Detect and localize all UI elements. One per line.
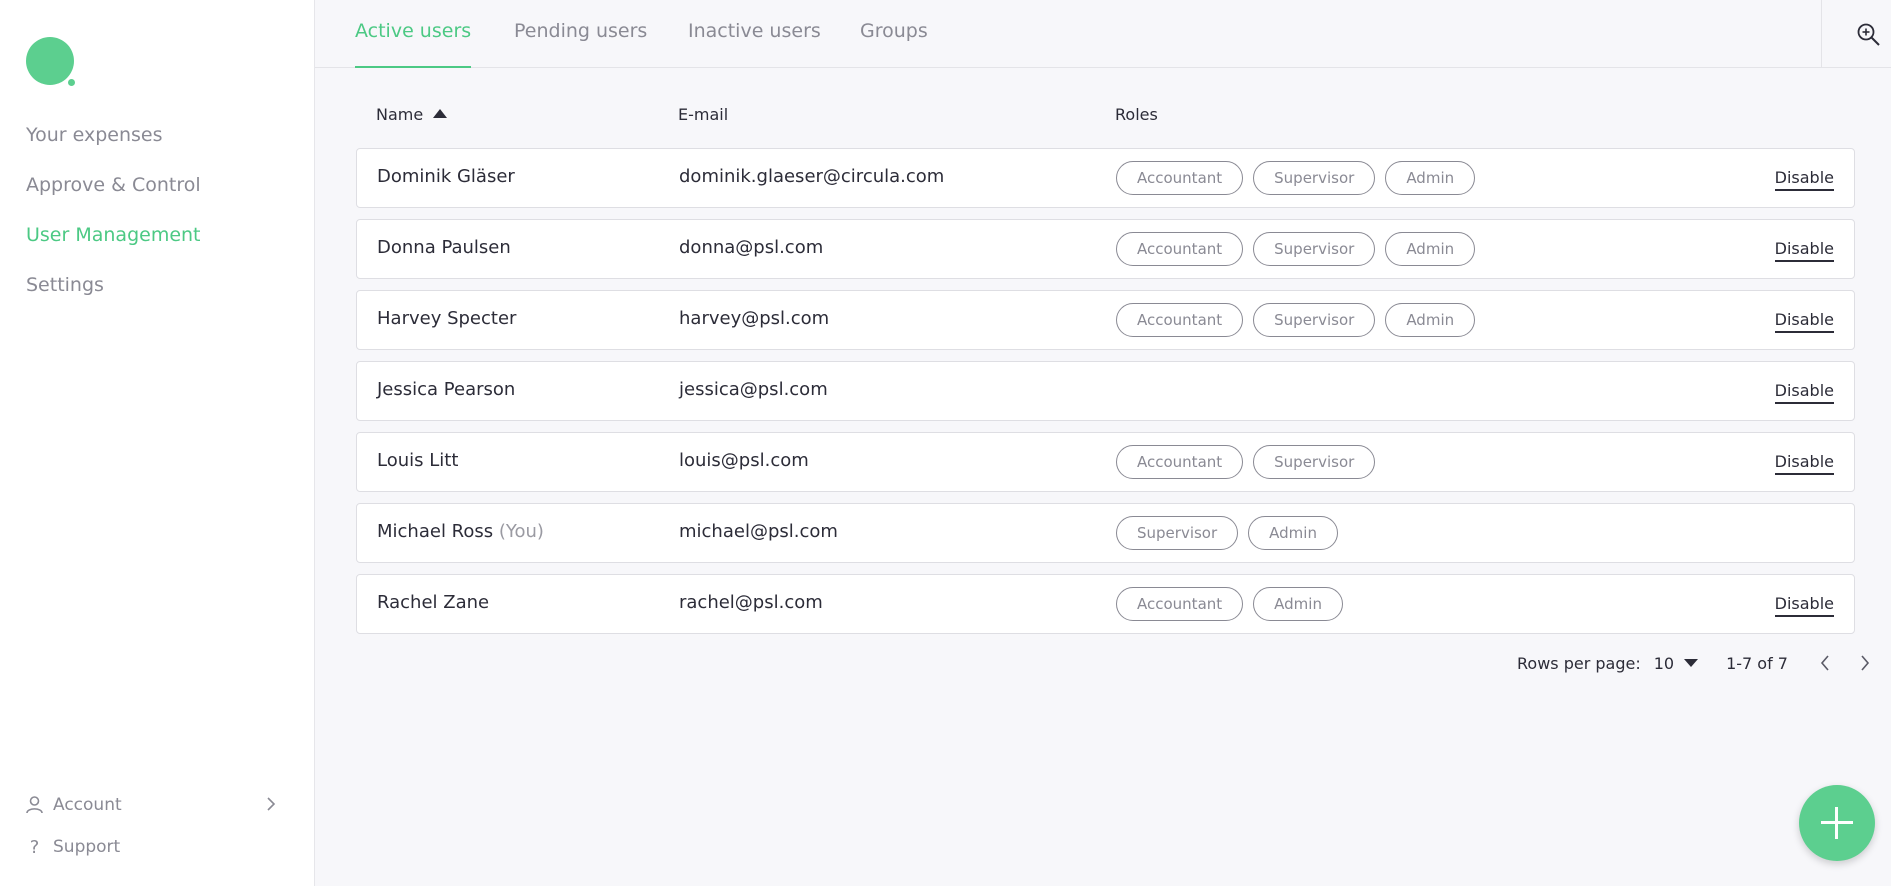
tab-groups[interactable]: Groups	[860, 20, 928, 68]
disable-button[interactable]: Disable	[1774, 167, 1834, 191]
sidebar-nav: Your expenses Approve & Control User Man…	[26, 120, 201, 320]
user-name-text: Harvey Specter	[377, 308, 517, 329]
user-email: donna@psl.com	[679, 237, 824, 258]
user-roles: Accountant Supervisor Admin	[1116, 303, 1485, 337]
table-row: Dominik Gläser dominik.glaeser@circula.co…	[356, 148, 1855, 208]
sidebar-footer: Account ? Support	[26, 784, 286, 868]
rows-per-page-select[interactable]: 10	[1653, 653, 1699, 673]
add-user-button[interactable]	[1799, 785, 1875, 861]
user-email: jessica@psl.com	[679, 379, 828, 400]
disable-button[interactable]: Disable	[1774, 380, 1834, 404]
tab-divider	[1821, 0, 1822, 67]
sidebar-item-settings[interactable]: Settings	[26, 270, 201, 320]
user-name: Michael Ross (You)	[377, 521, 544, 542]
support-link[interactable]: ? Support	[26, 826, 286, 868]
caret-down-icon	[1684, 659, 1699, 667]
user-email: louis@psl.com	[679, 450, 809, 471]
user-email: dominik.glaeser@circula.com	[679, 166, 945, 187]
role-chip[interactable]: Supervisor	[1253, 161, 1376, 195]
tab-inactive-users[interactable]: Inactive users	[688, 20, 821, 68]
role-chip[interactable]: Admin	[1385, 232, 1476, 266]
role-chip[interactable]: Supervisor	[1253, 303, 1376, 337]
user-name-text: Donna Paulsen	[377, 237, 511, 258]
disable-button[interactable]: Disable	[1774, 309, 1834, 333]
rows-per-page-label: Rows per page:	[1517, 653, 1641, 673]
account-label: Account	[53, 795, 122, 815]
pagination: Rows per page: 10 1-7 of 7	[1517, 651, 1877, 675]
chevron-right-icon	[267, 797, 276, 811]
disable-button[interactable]: Disable	[1774, 451, 1834, 475]
user-name: Louis Litt	[377, 450, 458, 471]
column-header-email: E-mail	[678, 105, 729, 124]
account-link[interactable]: Account	[26, 784, 286, 826]
role-chip[interactable]: Admin	[1385, 303, 1476, 337]
table-row: Donna Paulsen donna@psl.com Accountant Supe…	[356, 219, 1855, 279]
question-icon: ?	[29, 836, 40, 858]
chevron-right-icon	[1861, 655, 1870, 671]
column-header-name-label: Name	[376, 105, 424, 124]
user-name: Rachel Zane	[377, 592, 489, 613]
circula-logo[interactable]	[26, 37, 76, 87]
rows-per-page-value: 10	[1653, 653, 1675, 673]
user-name: Jessica Pearson	[377, 379, 515, 400]
user-name-text: Michael Ross	[377, 521, 494, 542]
user-roles: Accountant Supervisor	[1116, 445, 1385, 479]
role-chip[interactable]: Supervisor	[1253, 232, 1376, 266]
role-chip[interactable]: Admin	[1385, 161, 1476, 195]
users-table: Dominik Gläser dominik.glaeser@circula.co…	[356, 148, 1855, 645]
role-chip[interactable]: Admin	[1253, 587, 1343, 621]
tab-pending-users[interactable]: Pending users	[514, 20, 647, 68]
disable-button[interactable]: Disable	[1774, 593, 1834, 617]
user-name-text: Jessica Pearson	[377, 379, 516, 400]
previous-page-button[interactable]	[1813, 651, 1837, 675]
role-chip[interactable]: Supervisor	[1253, 445, 1376, 479]
role-chip[interactable]: Accountant	[1116, 445, 1244, 479]
column-header-roles: Roles	[1115, 105, 1158, 124]
user-email: rachel@psl.com	[679, 592, 823, 613]
table-row: Jessica Pearson jessica@psl.com Disable	[356, 361, 1855, 421]
column-header-name[interactable]: Name	[376, 105, 448, 124]
table-row: Michael Ross (You) michael@psl.com Supervi…	[356, 503, 1855, 563]
role-chip[interactable]: Accountant	[1116, 587, 1244, 621]
table-row: Louis Litt louis@psl.com Accountant Supervi…	[356, 432, 1855, 492]
role-chip[interactable]: Accountant	[1116, 161, 1244, 195]
role-chip[interactable]: Supervisor	[1116, 516, 1239, 550]
user-roles: Accountant Supervisor Admin	[1116, 161, 1485, 195]
user-roles: Accountant Supervisor Admin	[1116, 232, 1485, 266]
table-row: Harvey Specter harvey@psl.com Accountant Su…	[356, 290, 1855, 350]
pagination-range: 1-7 of 7	[1726, 653, 1788, 673]
user-name-text: Rachel Zane	[377, 592, 490, 613]
sidebar-item-your-expenses[interactable]: Your expenses	[26, 120, 201, 170]
user-roles: Supervisor Admin	[1116, 516, 1348, 550]
zoom-in-icon[interactable]	[1856, 22, 1882, 48]
user-name: Dominik Gläser	[377, 166, 515, 187]
user-icon	[26, 796, 43, 814]
user-name-text: Dominik Gläser	[377, 166, 515, 187]
role-chip[interactable]: Accountant	[1116, 232, 1244, 266]
user-email: michael@psl.com	[679, 521, 838, 542]
sidebar-item-user-management[interactable]: User Management	[26, 220, 201, 270]
sidebar-item-approve-control[interactable]: Approve & Control	[26, 170, 201, 220]
disable-button[interactable]: Disable	[1774, 238, 1834, 262]
user-email: harvey@psl.com	[679, 308, 830, 329]
support-label: Support	[53, 837, 121, 857]
tab-active-users[interactable]: Active users	[355, 20, 472, 68]
sidebar: Your expenses Approve & Control User Man…	[0, 0, 315, 886]
table-row: Rachel Zane rachel@psl.com Accountant Admin…	[356, 574, 1855, 634]
user-name: Harvey Specter	[377, 308, 516, 329]
user-roles: Accountant Admin	[1116, 587, 1353, 621]
next-page-button[interactable]	[1853, 651, 1877, 675]
you-indicator: (You)	[498, 521, 544, 542]
tab-bar: Active users Pending users Inactive user…	[315, 0, 1891, 68]
user-name-text: Louis Litt	[377, 450, 459, 471]
sort-ascending-icon	[433, 109, 448, 118]
role-chip[interactable]: Admin	[1248, 516, 1338, 550]
chevron-left-icon	[1820, 655, 1829, 671]
user-name: Donna Paulsen	[377, 237, 511, 258]
role-chip[interactable]: Accountant	[1116, 303, 1244, 337]
